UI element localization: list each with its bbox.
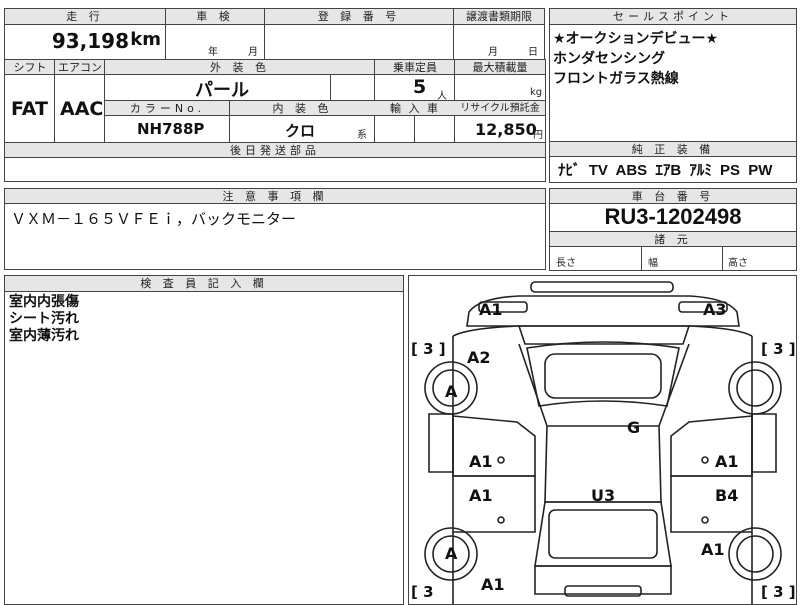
- inspection-month-label: 月: [248, 47, 258, 58]
- inspector-note-line: シート汚れ: [9, 311, 79, 327]
- vehicle-diagram-panel: [ 3 ] [ 3 ] [ 3 [ 3 ] A1 A3 A2 A G A1 A1…: [408, 275, 797, 605]
- equipment-item: ﾅﾋﾞ: [558, 162, 581, 179]
- sales-point-item: ホンダセンシング: [553, 51, 665, 67]
- damage-mark: A1: [715, 452, 739, 471]
- sales-point-list: ★オークションデビュー★ ホンダセンシング フロントガラス熱線: [553, 29, 718, 89]
- shift-header: シフト: [5, 60, 55, 75]
- interior-color-header: 内 装 色: [230, 101, 375, 116]
- equipment-item: ｴｱB: [655, 162, 682, 179]
- equipment-header: 純 正 装 備: [550, 142, 796, 157]
- sales-point-item: フロントガラス熱線: [553, 71, 679, 87]
- equipment-item: PW: [748, 162, 773, 179]
- damage-mark: U3: [591, 486, 616, 505]
- equipment-item: TV: [588, 162, 608, 179]
- spec-table: シフト エアコン 外 装 色 乗車定員 最大積載量 FAT AAC パール 5 …: [4, 59, 546, 143]
- damage-mark: A3: [703, 300, 727, 319]
- later-parts-header: 後日発送部品: [5, 143, 545, 158]
- recycle-header: リサイクル預託金: [455, 101, 545, 116]
- equipment-item: ABS: [615, 162, 648, 179]
- tire-right-front-grade: [ 3 ]: [761, 340, 796, 358]
- interior-color-value: クロ: [285, 122, 316, 140]
- damage-mark: A1: [469, 486, 493, 505]
- damage-mark: G: [627, 418, 641, 437]
- sales-point-item: ★オークションデビュー★: [553, 31, 719, 47]
- max-load-header: 最大積載量: [455, 60, 545, 75]
- tire-left-rear-grade: [ 3: [411, 583, 434, 601]
- equipment-item: PS: [720, 162, 741, 179]
- exterior-color-value: パール: [195, 80, 249, 101]
- interior-color-suffix: 系: [357, 130, 367, 141]
- exterior-color-header: 外 装 色: [105, 60, 375, 75]
- damage-mark: A2: [467, 348, 491, 367]
- color-no-header: カラーNo.: [105, 101, 230, 116]
- transfer-header: 譲渡書類期限: [454, 9, 544, 25]
- damage-mark: A1: [701, 540, 725, 559]
- damage-mark: A: [445, 544, 458, 563]
- color-no-value: NH788P: [137, 120, 205, 138]
- mileage-unit: km: [130, 29, 161, 50]
- mileage-value: 93,198: [51, 29, 129, 53]
- inspection-header: 車 検: [166, 9, 264, 25]
- inspector-note-line: 室内内張傷: [9, 294, 79, 310]
- damage-mark: B4: [715, 486, 739, 505]
- damage-mark: A1: [479, 300, 503, 319]
- inspector-notes-panel: 検 査 員 記 入 欄 室内内張傷 シート汚れ 室内薄汚れ: [4, 275, 404, 605]
- load-unit: kg: [530, 87, 543, 98]
- transfer-cell: 譲渡書類期限 月 日: [453, 8, 545, 60]
- later-parts-cell: 後日発送部品: [4, 142, 546, 182]
- registration-header: 登 録 番 号: [265, 9, 453, 25]
- sales-point-panel: セールスポイント ★オークションデビュー★ ホンダセンシング フロントガラス熱線: [549, 8, 797, 142]
- equipment-item: ｱﾙﾐ: [689, 162, 712, 179]
- transfer-day-label: 日: [528, 47, 538, 58]
- aircon-value: AAC: [60, 98, 104, 120]
- capacity-header: 乗車定員: [375, 60, 455, 75]
- chassis-header: 車 台 番 号: [550, 189, 796, 204]
- width-label: 幅: [648, 258, 658, 269]
- length-label: 長さ: [556, 258, 576, 269]
- chassis-cell: 車 台 番 号 RU3-1202498: [549, 188, 797, 232]
- inspector-notes-header: 検 査 員 記 入 欄: [5, 276, 403, 292]
- recycle-unit: 円: [533, 130, 543, 141]
- recycle-value: 12,850: [475, 120, 537, 139]
- aircon-header: エアコン: [55, 60, 105, 75]
- capacity-value: 5: [413, 76, 427, 98]
- shift-value: FAT: [11, 98, 48, 120]
- tire-right-rear-grade: [ 3 ]: [761, 583, 796, 601]
- dimensions-cell: 諸 元 長さ 幅 高さ: [549, 231, 797, 271]
- tire-left-front-grade: [ 3 ]: [411, 340, 446, 358]
- notes-cell: 注 意 事 項 欄 ＶＸＭ－１６５ＶＦＥｉ，バックモニター: [4, 188, 546, 270]
- dimensions-header: 諸 元: [550, 232, 796, 247]
- mileage-cell: 走 行 93,198 km: [4, 8, 166, 60]
- damage-mark: A1: [481, 575, 505, 594]
- mileage-header: 走 行: [5, 9, 165, 25]
- equipment-cell: 純 正 装 備 ﾅﾋﾞ TV ABS ｴｱB ｱﾙﾐ PS PW: [549, 141, 797, 183]
- notes-text: ＶＸＭ－１６５ＶＦＥｉ，バックモニター: [11, 210, 297, 228]
- damage-mark: A1: [469, 452, 493, 471]
- inspection-year-label: 年: [208, 47, 218, 58]
- sales-point-header: セールスポイント: [550, 9, 796, 25]
- inspector-notes-list: 室内内張傷 シート汚れ 室内薄汚れ: [9, 294, 79, 345]
- damage-mark: A: [445, 382, 458, 401]
- notes-header: 注 意 事 項 欄: [5, 189, 545, 204]
- equipment-list: ﾅﾋﾞ TV ABS ｴｱB ｱﾙﾐ PS PW: [558, 159, 772, 180]
- height-label: 高さ: [728, 258, 748, 269]
- transfer-month-label: 月: [488, 47, 498, 58]
- inspector-note-line: 室内薄汚れ: [9, 328, 79, 344]
- import-header: 輸 入 車: [375, 101, 455, 116]
- car-outline-diagram: [424, 281, 782, 604]
- chassis-number: RU3-1202498: [604, 204, 742, 229]
- registration-cell: 登 録 番 号: [264, 8, 454, 60]
- inspection-cell: 車 検 年 月: [165, 8, 265, 60]
